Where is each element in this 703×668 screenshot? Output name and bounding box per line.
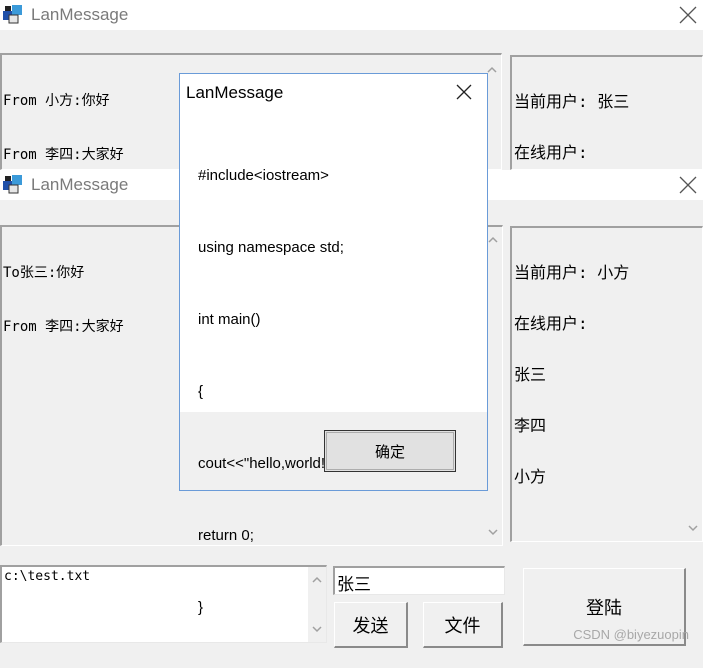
message-line: From 李四:大家好	[3, 319, 124, 335]
app-icon	[3, 5, 22, 24]
code-line: int main()	[198, 311, 261, 328]
message-input-text: c:\test.txt	[4, 569, 91, 584]
close-icon[interactable]	[677, 174, 699, 196]
message-line: To张三:你好	[3, 265, 85, 281]
code-line: {	[198, 383, 204, 400]
online-users-label: 在线用户:	[514, 314, 588, 333]
code-line: using namespace std;	[198, 239, 344, 256]
scroll-down-arrow-icon[interactable]	[686, 521, 700, 535]
file-button[interactable]: 文件	[423, 602, 503, 648]
dialog-titlebar[interactable]: LanMessage	[180, 74, 487, 112]
close-icon[interactable]	[455, 83, 473, 101]
app-icon	[3, 175, 22, 194]
code-line: return 0;	[198, 527, 254, 544]
online-user-item[interactable]: 李四	[514, 417, 629, 434]
back-window-title: LanMessage	[31, 5, 129, 24]
current-user-label: 当前用户: 小方	[514, 263, 630, 282]
dialog-title: LanMessage	[186, 83, 284, 102]
online-user-item[interactable]: 张三	[514, 366, 629, 383]
close-icon[interactable]	[677, 4, 699, 26]
front-user-panel: 当前用户: 小方 在线用户: 张三 李四 小方	[510, 226, 703, 542]
front-user-scrollbar[interactable]	[684, 228, 702, 541]
message-line: From 小方:你好	[3, 93, 110, 109]
ok-button[interactable]: 确定	[324, 430, 456, 472]
back-user-panel: 当前用户: 张三 在线用户: 张三 李四 小方	[510, 55, 703, 314]
code-line: #include<iostream>	[198, 167, 329, 184]
watermark: CSDN @biyezuopin	[573, 627, 689, 642]
scroll-up-arrow-icon[interactable]	[486, 233, 500, 247]
online-user-item[interactable]: 小方	[514, 468, 629, 485]
scroll-down-arrow-icon[interactable]	[486, 525, 500, 539]
back-window-titlebar[interactable]: LanMessage	[0, 0, 703, 30]
message-line: From 李四:大家好	[3, 147, 124, 163]
code-line: }	[198, 599, 204, 616]
front-user-list: 当前用户: 小方 在线用户: 张三 李四 小方	[514, 230, 629, 519]
online-users-label: 在线用户:	[514, 143, 588, 162]
front-message-list: To张三:你好 From 李四:大家好	[3, 228, 124, 372]
dialog-message: #include<iostream> using namespace std; …	[198, 116, 380, 668]
current-user-label: 当前用户: 张三	[514, 92, 630, 111]
code-dialog: LanMessage #include<iostream> using name…	[179, 73, 488, 616]
front-window-title: LanMessage	[31, 175, 129, 194]
